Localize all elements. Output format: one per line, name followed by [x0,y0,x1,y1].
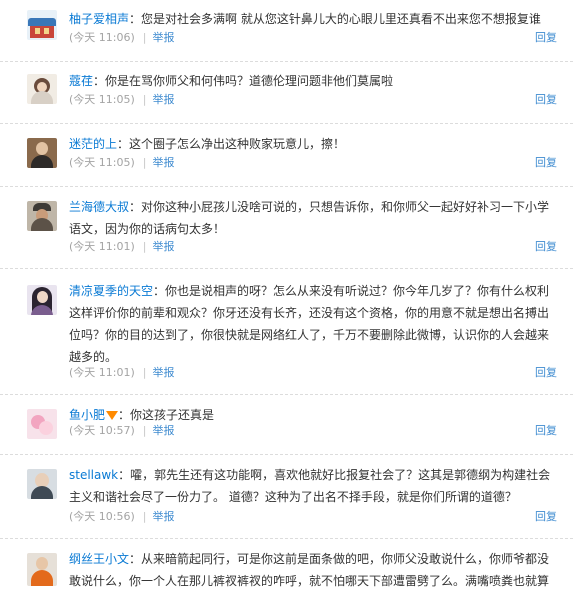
comment-meta: (今天 11:01) | 举报 回复 [69,238,557,256]
comment-meta: (今天 10:57) | 举报 回复 [69,422,557,440]
timestamp: (今天 11:05) [69,93,135,106]
avatar[interactable] [27,285,57,315]
comment-content: 蔻荏：你是在骂你师父和何伟吗？道德伦理问题非他们莫属啦 [69,70,557,92]
username-link[interactable]: 柚子爱相声 [69,12,129,26]
divider: | [142,31,147,44]
username-link[interactable]: 蔻荏 [69,74,93,88]
comment-meta: (今天 11:06) | 举报 回复 [69,29,557,47]
username-link[interactable]: 迷茫的上 [69,137,117,151]
comment-meta: (今天 11:05) | 举报 回复 [69,154,557,172]
reply-link[interactable]: 回复 [535,91,557,109]
avatar[interactable] [27,138,57,168]
comment-item: 柚子爱相声：您是对社会多满啊 就从您这针鼻儿大的心眼儿里还真看不出来您不想报复谁… [0,0,573,62]
comment-meta: (今天 10:56) | 举报 回复 [69,508,557,526]
timestamp: (今天 11:01) [69,366,135,379]
comment-content: stellawk：嚯，郭先生还有这功能啊，喜欢他就好比报复社会了？这其是郭德纲为… [69,464,557,508]
timestamp: (今天 11:05) [69,156,135,169]
divider: | [142,510,147,523]
reply-link[interactable]: 回复 [535,29,557,47]
avatar[interactable] [27,74,57,104]
username-link[interactable]: 兰海德大叔 [69,200,129,214]
report-link[interactable]: 举报 [153,240,175,253]
username-link[interactable]: 清凉夏季的天空 [69,284,153,298]
comment-item: 清凉夏季的天空：你也是说相声的呀？怎么从来没有听说过？你今年几岁了？你有什么权利… [0,269,573,395]
comment-text: ：从来暗箭起同行，可是你这前是面条做的吧，你师父没敢说什么，你师爷都没敢说什么，… [69,552,550,588]
username-link[interactable]: 鱼小肥 [69,408,105,422]
report-link[interactable]: 举报 [153,156,175,169]
comment-content: 纲丝王小文：从来暗箭起同行，可是你这前是面条做的吧，你师父没敢说什么，你师爷都没… [69,548,557,592]
timestamp: (今天 10:57) [69,424,135,437]
username-link[interactable]: 纲丝王小文 [69,552,129,566]
comment-meta: (今天 11:01) | 举报 回复 [69,364,557,382]
comment-item: 迷茫的上：这个圈子怎么净出这种败家玩意儿，擦！ (今天 11:05) | 举报 回复 [0,124,573,187]
comment-item: 纲丝王小文：从来暗箭起同行，可是你这前是面条做的吧，你师父没敢说什么，你师爷都没… [0,539,573,597]
comment-content: 兰海德大叔：对你这种小屁孩儿没啥可说的，只想告诉你，和你师父一起好好补习一下小学… [69,196,557,240]
avatar[interactable] [27,409,57,439]
divider: | [142,240,147,253]
comment-item: 鱼小肥 ：你这孩子还真是 (今天 10:57) | 举报 回复 [0,395,573,455]
reply-link[interactable]: 回复 [535,238,557,256]
comment-text: ：嚯，郭先生还有这功能啊，喜欢他就好比报复社会了？这其是郭德纲为构建社会主义和谐… [69,468,551,504]
avatar[interactable] [27,201,57,231]
comment-text: ：对你这种小屁孩儿没啥可说的，只想告诉你，和你师父一起好好补习一下小学语文，因为… [69,200,550,236]
verified-badge-icon [106,411,119,420]
reply-link[interactable]: 回复 [535,422,557,440]
reply-link[interactable]: 回复 [535,154,557,172]
comment-content: 柚子爱相声：您是对社会多满啊 就从您这针鼻儿大的心眼儿里还真看不出来您不想报复谁 [69,8,557,30]
comment-text: ：你这孩子还真是 [118,408,215,422]
comment-text: ：你是在骂你师父和何伟吗？道德伦理问题非他们莫属啦 [93,74,394,88]
comment-item: 蔻荏：你是在骂你师父和何伟吗？道德伦理问题非他们莫属啦 (今天 11:05) | 举… [0,62,573,124]
reply-link[interactable]: 回复 [535,364,557,382]
divider: | [142,156,147,169]
divider: | [142,366,147,379]
divider: | [142,93,147,106]
timestamp: (今天 11:06) [69,31,135,44]
comment-text: ：您是对社会多满啊 就从您这针鼻儿大的心眼儿里还真看不出来您不想报复谁 [129,12,541,26]
reply-link[interactable]: 回复 [535,508,557,526]
report-link[interactable]: 举报 [153,31,175,44]
comment-item: 兰海德大叔：对你这种小屁孩儿没啥可说的，只想告诉你，和你师父一起好好补习一下小学… [0,187,573,269]
report-link[interactable]: 举报 [153,93,175,106]
comment-meta: (今天 11:05) | 举报 回复 [69,91,557,109]
report-link[interactable]: 举报 [153,366,175,379]
report-link[interactable]: 举报 [153,510,175,523]
report-link[interactable]: 举报 [153,424,175,437]
comment-content: 迷茫的上：这个圈子怎么净出这种败家玩意儿，擦！ [69,133,557,155]
comment-text: ：这个圈子怎么净出这种败家玩意儿，擦！ [117,137,346,151]
comment-content: 清凉夏季的天空：你也是说相声的呀？怎么从来没有听说过？你今年几岁了？你有什么权利… [69,280,557,368]
avatar[interactable] [27,553,57,586]
avatar[interactable] [27,469,57,499]
timestamp: (今天 10:56) [69,510,135,523]
username-link[interactable]: stellawk [69,468,118,482]
avatar[interactable] [27,10,57,40]
comment-item: stellawk：嚯，郭先生还有这功能啊，喜欢他就好比报复社会了？这其是郭德纲为… [0,455,573,539]
divider: | [142,424,147,437]
timestamp: (今天 11:01) [69,240,135,253]
